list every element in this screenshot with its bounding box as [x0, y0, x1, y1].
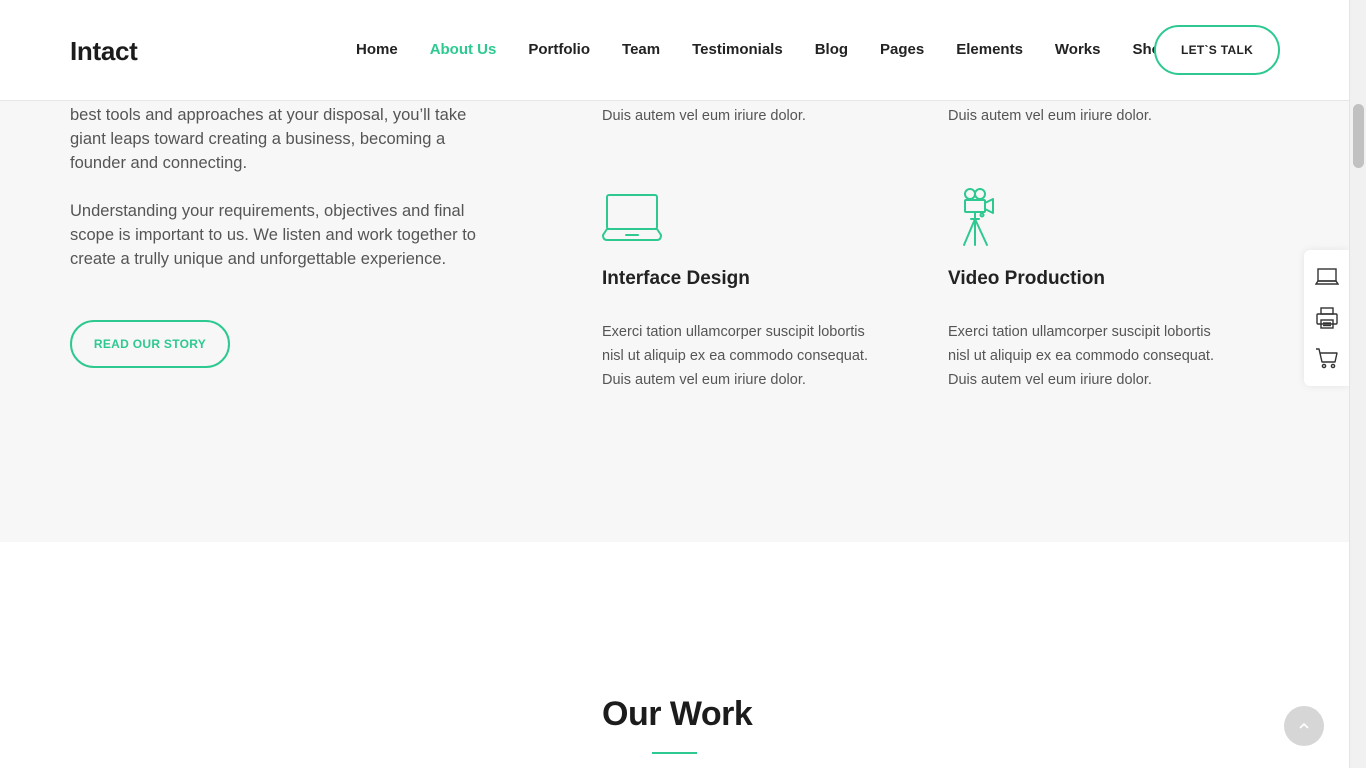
service-text-tail-right: Duis autem vel eum iriure dolor.: [948, 108, 1152, 124]
nav-pages[interactable]: Pages: [880, 41, 924, 58]
service-title-video-production: Video Production: [948, 268, 1105, 289]
nav-portfolio[interactable]: Portfolio: [528, 41, 590, 58]
services-section: best tools and approaches at your dispos…: [0, 101, 1349, 542]
cart-icon[interactable]: [1314, 345, 1340, 371]
laptop-icon[interactable]: [1314, 264, 1340, 290]
service-text-interface-design: Exerci tation ullamcorper suscipit lobor…: [602, 324, 868, 388]
service-text-tail-left: Duis autem vel eum iriure dolor.: [602, 108, 806, 124]
floating-demo-bar: [1304, 250, 1349, 386]
video-camera-tripod-icon: [960, 187, 996, 252]
back-to-top-button[interactable]: [1284, 706, 1324, 746]
laptop-icon: [602, 193, 662, 248]
scrollbar-thumb[interactable]: [1353, 104, 1364, 168]
lets-talk-button[interactable]: LET`S TALK: [1154, 25, 1280, 75]
nav-about-us[interactable]: About Us: [430, 41, 497, 58]
intro-paragraph-1: best tools and approaches at your dispos…: [70, 106, 467, 172]
main-nav: Home About Us Portfolio Team Testimonial…: [340, 41, 1186, 58]
site-logo[interactable]: Intact: [70, 36, 138, 67]
nav-testimonials[interactable]: Testimonials: [692, 41, 783, 58]
nav-elements[interactable]: Elements: [956, 41, 1023, 58]
printer-icon[interactable]: [1314, 305, 1340, 331]
nav-home[interactable]: Home: [356, 41, 398, 58]
page-scrollbar[interactable]: [1349, 0, 1366, 768]
site-header: Intact Home About Us Portfolio Team Test…: [0, 0, 1349, 101]
read-our-story-button[interactable]: READ OUR STORY: [70, 320, 230, 368]
our-work-heading: Our Work: [602, 695, 753, 733]
chevron-up-icon: [1299, 722, 1309, 729]
intro-paragraph-2: Understanding your requirements, objecti…: [70, 202, 476, 268]
nav-team[interactable]: Team: [622, 41, 660, 58]
service-text-video-production: Exerci tation ullamcorper suscipit lobor…: [948, 324, 1214, 388]
heading-underline: [652, 752, 697, 754]
nav-works[interactable]: Works: [1055, 41, 1101, 58]
service-title-interface-design: Interface Design: [602, 268, 750, 289]
nav-blog[interactable]: Blog: [815, 41, 848, 58]
